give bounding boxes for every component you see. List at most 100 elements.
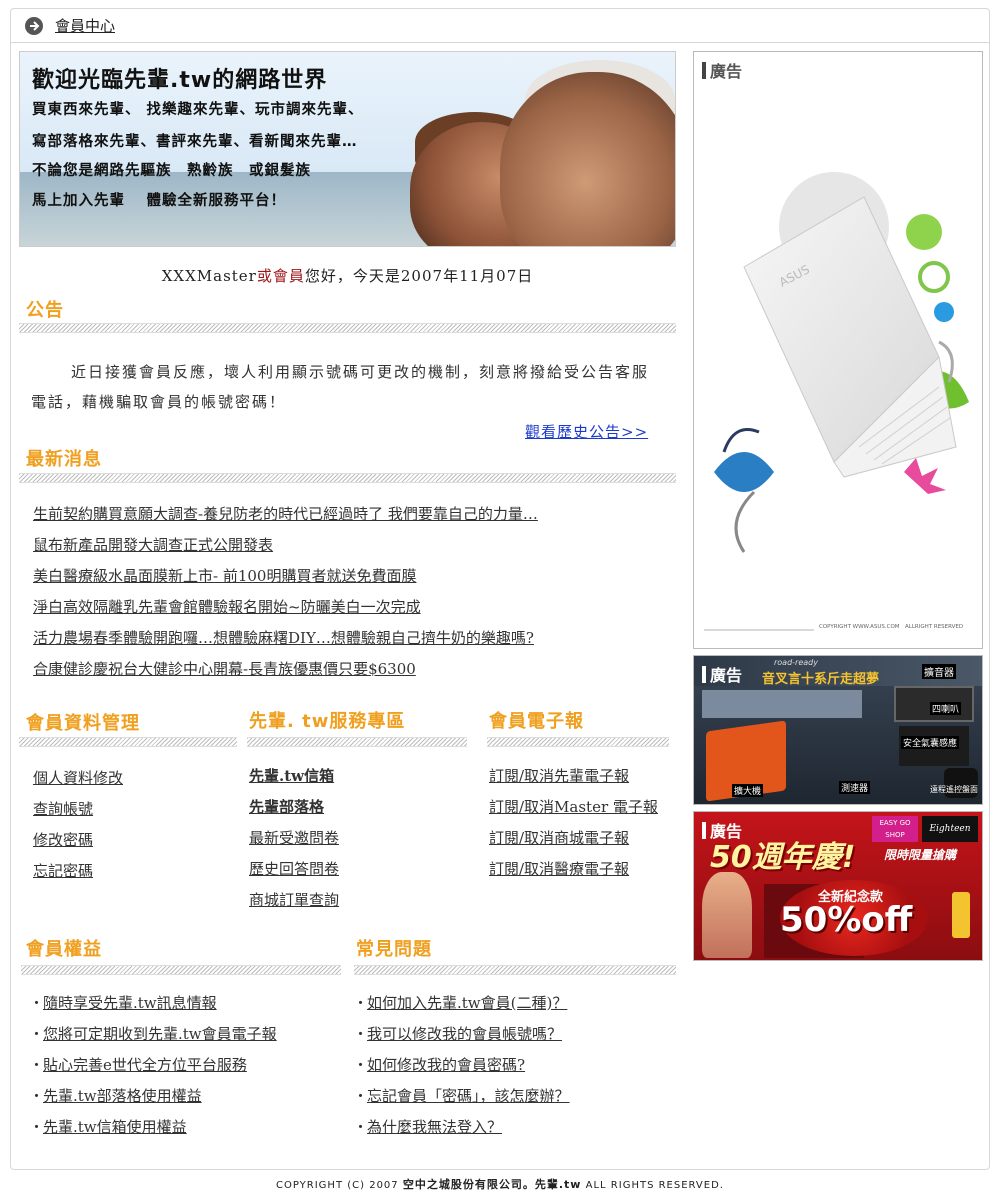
greeting-member: 會員 — [272, 267, 305, 285]
benefit-link[interactable]: 貼心完善e世代全方位平台服務 — [43, 1053, 247, 1084]
faq-list: ・ 如何加入先輩.tw會員(二種)？ ・ 我可以修改我的會員帳號嗎？ ・ 如何修… — [353, 991, 570, 1146]
service-item[interactable]: 歷史回答問卷 — [249, 857, 339, 888]
footer-rights: ALL RIGHTS RESERVED. — [581, 1180, 724, 1191]
list-item: ・ 我可以修改我的會員帳號嗎？ — [353, 1022, 570, 1053]
news-list: 生前契約購買意願大調查-養兒防老的時代已經過時了 我們要靠自己的力量… 鼠布新產… — [33, 502, 663, 688]
service-item[interactable]: 最新受邀問卷 — [249, 826, 339, 857]
eighteen-badge: Eighteen — [922, 816, 978, 842]
divider — [487, 737, 669, 747]
faq-link[interactable]: 我可以修改我的會員帳號嗎？ — [367, 1022, 562, 1053]
bullet: ・ — [29, 994, 45, 1012]
divider — [247, 737, 467, 747]
benefit-link[interactable]: 您將可定期收到先輩.tw會員電子報 — [43, 1022, 277, 1053]
epaper-item[interactable]: 訂閱/取消Master 電子報 — [489, 795, 658, 826]
service-item[interactable]: 商城訂單查詢 — [249, 888, 339, 919]
banner-title: 歡迎光臨先輩.tw的網路世界 — [32, 68, 328, 93]
benefit-link[interactable]: 隨時享受先輩.tw訊息情報 — [43, 991, 217, 1022]
ad2-label: 擴大機 — [732, 784, 764, 797]
member-mgmt-list: 個人資料修改 查詢帳號 修改密碼 忘記密碼 — [33, 766, 123, 890]
news-title: 最新消息 — [26, 449, 102, 470]
benefits-list: ・隨時享受先輩.tw訊息情報 ・您將可定期收到先輩.tw會員電子報 ・貼心完善e… — [29, 991, 277, 1146]
greeting-date: 您好，今天是2007年11月07日 — [304, 267, 534, 285]
ad-anniversary[interactable]: 廣告 50週年慶! 限時限量搶購 EASY GO SHOP Eighteen 全… — [693, 811, 983, 961]
list-item: ・貼心完善e世代全方位平台服務 — [29, 1053, 277, 1084]
bullet: ・ — [353, 1118, 369, 1136]
label-bar — [702, 821, 706, 839]
footer: COPYRIGHT (C) 2007 空中之城股份有限公司。先輩.tw ALL … — [0, 1176, 1000, 1192]
epaper-list: 訂閱/取消先輩電子報 訂閱/取消Master 電子報 訂閱/取消商城電子報 訂閱… — [489, 764, 658, 888]
list-item: ・ 如何修改我的會員密碼? — [353, 1053, 570, 1084]
arrow-right-icon — [25, 16, 43, 35]
bullet: ・ — [353, 1087, 369, 1105]
member-mgmt-item[interactable]: 查詢帳號 — [33, 797, 123, 828]
news-item[interactable]: 美白醫療級水晶面膜新上市- 前100明購買者就送免費面膜 — [33, 564, 663, 595]
news-item[interactable]: 生前契約購買意願大調查-養兒防老的時代已經過時了 我們要靠自己的力量… — [33, 502, 663, 533]
list-item: ・先輩.tw信箱使用權益 — [29, 1115, 277, 1146]
benefit-link[interactable]: 先輩.tw部落格使用權益 — [43, 1084, 202, 1115]
greeting-or: 或 — [256, 267, 273, 285]
laptop-illustration: ASUS COPYRIGHT WWW.ASUS.COM ALLRIGHT RES… — [704, 172, 969, 631]
bullet: ・ — [29, 1118, 45, 1136]
news-item[interactable]: 淨白高效隔離乳先輩會館體驗報名開始~防曬美白一次完成 — [33, 595, 663, 626]
faq-link[interactable]: 如何加入先輩.tw會員(二種)？ — [367, 991, 567, 1022]
bullet: ・ — [353, 1025, 369, 1043]
list-item: ・ 為什麼我無法登入？ — [353, 1115, 570, 1146]
news-item[interactable]: 活力農場春季體驗開跑囉…想體驗麻糬DIY…想體驗親自己擠牛奶的樂趣嗎? — [33, 626, 663, 657]
benefit-link[interactable]: 先輩.tw信箱使用權益 — [43, 1115, 187, 1146]
list-item: ・ 如何加入先輩.tw會員(二種)？ — [353, 991, 570, 1022]
bullet: ・ — [29, 1025, 45, 1043]
greeting-name: XXXMaster — [161, 267, 257, 285]
ad-label-text: 廣告 — [710, 666, 743, 685]
ad-laptop[interactable]: 廣告 ASUS COPYRIGHT WWW.ASUS.COM ALLRIGHT … — [693, 51, 983, 649]
notice-title: 公告 — [26, 300, 64, 321]
news-item[interactable]: 合康健診慶祝台大健診中心開幕-長青族優惠價只要$6300 — [33, 657, 663, 688]
service-item-mailbox[interactable]: 先輩.tw信箱 — [249, 764, 339, 795]
faq-link[interactable]: 為什麼我無法登入？ — [367, 1115, 502, 1146]
ad2-label: 遠程遙控盤面 — [930, 785, 978, 794]
faq-title: 常見問題 — [356, 939, 432, 960]
divider — [21, 965, 341, 975]
ad2-label: 四喇叭 — [930, 702, 962, 715]
notice-history-link[interactable]: 觀看歷史公告>> — [525, 421, 648, 442]
service-item-blog[interactable]: 先輩部落格 — [249, 795, 339, 826]
divider — [19, 473, 676, 483]
divider — [19, 323, 676, 333]
services-title: 先輩. tw服務專區 — [249, 711, 406, 732]
bullet: ・ — [29, 1056, 45, 1074]
member-center-link[interactable]: 會員中心 — [55, 15, 115, 36]
footer-copyright: COPYRIGHT (C) 2007 — [276, 1180, 403, 1191]
services-list: 先輩.tw信箱 先輩部落格 最新受邀問卷 歷史回答問卷 商城訂單查詢 — [249, 764, 339, 919]
list-item: ・您將可定期收到先輩.tw會員電子報 — [29, 1022, 277, 1053]
ad2-label: 安全氣囊感應 — [901, 736, 960, 749]
greeting-text: XXXMaster或會員您好，今天是2007年11月07日 — [19, 265, 676, 286]
bullet: ・ — [353, 994, 369, 1012]
divider — [19, 737, 237, 747]
epaper-item[interactable]: 訂閱/取消先輩電子報 — [489, 764, 658, 795]
top-bar: 會員中心 — [11, 9, 989, 43]
model-photo — [702, 872, 752, 958]
list-item: ・隨時享受先輩.tw訊息情報 — [29, 991, 277, 1022]
list-item: ・先輩.tw部落格使用權益 — [29, 1084, 277, 1115]
ad2-headline: 音叉言十系斤走超夢 — [762, 672, 880, 687]
member-mgmt-item[interactable]: 修改密碼 — [33, 828, 123, 859]
easy-go-shop-badge: EASY GO SHOP — [872, 816, 918, 842]
news-item[interactable]: 鼠布新產品開發大調查正式公開發表 — [33, 533, 663, 564]
ad3-headline: 50週年慶! — [710, 840, 856, 875]
divider — [354, 965, 676, 975]
faq-link[interactable]: 如何修改我的會員密碼? — [367, 1053, 525, 1084]
ad-car-audio[interactable]: 廣告 road-ready 音叉言十系斤走超夢 擴音器 四喇叭 安全氣囊感應 擴… — [693, 655, 983, 805]
banner-line-1: 買東西來先輩、 找樂趣來先輩、玩市調來先輩、 — [32, 102, 364, 118]
epaper-item[interactable]: 訂閱/取消商城電子報 — [489, 826, 658, 857]
banner-line-3: 不論您是網路先驅族 熟齡族 或銀髮族 — [32, 163, 311, 179]
ad3-gift — [952, 892, 970, 938]
epaper-item[interactable]: 訂閱/取消醫療電子報 — [489, 857, 658, 888]
list-item: ・ 忘記會員「密碼」，該怎麼辦？ — [353, 1084, 570, 1115]
faq-link[interactable]: 忘記會員「密碼」，該怎麼辦？ — [367, 1084, 570, 1115]
member-mgmt-item[interactable]: 個人資料修改 — [33, 766, 123, 797]
ad2-label: 測速器 — [839, 781, 871, 794]
epaper-title: 會員電子報 — [489, 711, 584, 732]
ad2-car-interior — [702, 690, 862, 718]
ad3-subheadline: 限時限量搶購 — [884, 848, 957, 862]
banner-line-2: 寫部落格來先輩、書評來先輩、看新聞來先輩… — [32, 134, 358, 150]
member-mgmt-item[interactable]: 忘記密碼 — [33, 859, 123, 890]
